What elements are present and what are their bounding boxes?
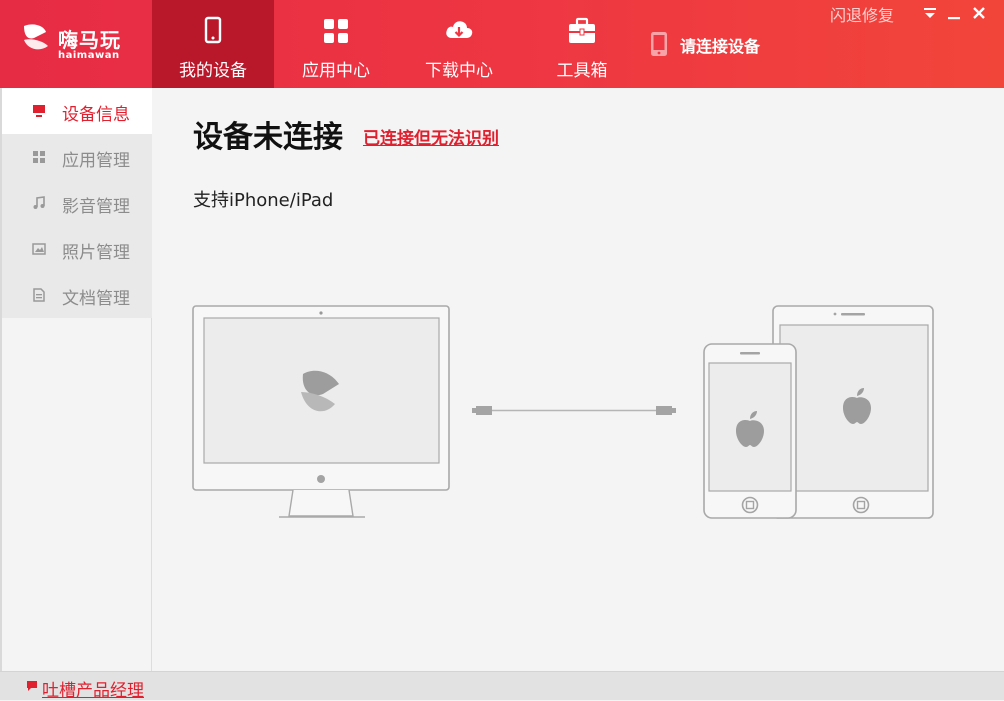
minimize-icon[interactable]: [945, 4, 963, 22]
sidebar-item-label: 文档管理: [62, 289, 130, 309]
tab-app-center[interactable]: 应用中心: [275, 0, 397, 88]
sidebar-item-document-management[interactable]: 文档管理: [2, 272, 152, 318]
phone-icon: [204, 16, 222, 44]
support-text: 支持iPhone/iPad: [193, 190, 334, 211]
menu-icon[interactable]: [921, 4, 939, 22]
document-icon: [33, 288, 45, 302]
music-note-icon: [33, 196, 45, 209]
connection-illustration: [192, 305, 934, 519]
apps-grid-icon: [324, 19, 348, 43]
toolbox-icon: [569, 17, 595, 43]
main-panel: 设备未连接 已连接但无法识别 支持iPhone/iPad: [153, 88, 1004, 671]
tab-label: 下载中心: [425, 61, 493, 81]
iphone-icon: [703, 343, 797, 519]
computer-monitor-icon: [192, 305, 450, 518]
sidebar-item-photo-management[interactable]: 照片管理: [2, 226, 152, 272]
sidebar-item-label: 应用管理: [62, 151, 130, 171]
sidebar-item-device-info[interactable]: 设备信息: [2, 88, 152, 134]
logo-text: 嗨马玩: [58, 28, 121, 52]
tab-label: 工具箱: [556, 61, 608, 81]
sidebar-item-label: 影音管理: [62, 197, 130, 217]
tab-label: 我的设备: [179, 61, 247, 81]
sidebar-menu: 设备信息 应用管理 影音管理 照片管理 文档管理: [2, 88, 152, 318]
sidebar-item-app-management[interactable]: 应用管理: [2, 134, 152, 180]
page-title: 设备未连接: [193, 120, 343, 155]
top-header: 嗨马玩 haimawan 我的设备 应用中心 下载中心 工具箱 请连接设备 闪退…: [0, 0, 1004, 88]
sidebar: 设备信息 应用管理 影音管理 照片管理 文档管理: [0, 88, 152, 671]
tab-label: 应用中心: [302, 61, 370, 81]
sidebar-item-media-management[interactable]: 影音管理: [2, 180, 152, 226]
tab-download-center[interactable]: 下载中心: [398, 0, 520, 88]
feedback-link[interactable]: 吐槽产品经理: [42, 676, 144, 701]
footer-bar: 吐槽产品经理: [0, 671, 1004, 701]
app-logo: 嗨马玩 haimawan: [20, 18, 150, 68]
apps-icon: [33, 151, 45, 163]
tab-my-device[interactable]: 我的设备: [152, 0, 274, 88]
photo-icon: [32, 243, 46, 255]
logo-subtext: haimawan: [58, 50, 120, 61]
tab-toolbox[interactable]: 工具箱: [521, 0, 643, 88]
crash-repair-link[interactable]: 闪退修复: [830, 2, 894, 26]
speech-bubble-icon: [27, 681, 37, 691]
connect-status-text: 请连接设备: [680, 37, 761, 56]
sidebar-item-label: 设备信息: [62, 105, 130, 125]
connected-unrecognized-link[interactable]: 已连接但无法识别: [363, 124, 499, 149]
logo-icon: [24, 24, 48, 50]
usb-cable-icon: [472, 406, 676, 415]
cloud-download-icon: [446, 21, 473, 38]
close-icon[interactable]: [970, 4, 988, 22]
ipad-icon: [772, 305, 934, 519]
phone-outline-icon: [651, 32, 667, 56]
sidebar-item-label: 照片管理: [62, 243, 130, 263]
monitor-icon: [33, 105, 45, 117]
